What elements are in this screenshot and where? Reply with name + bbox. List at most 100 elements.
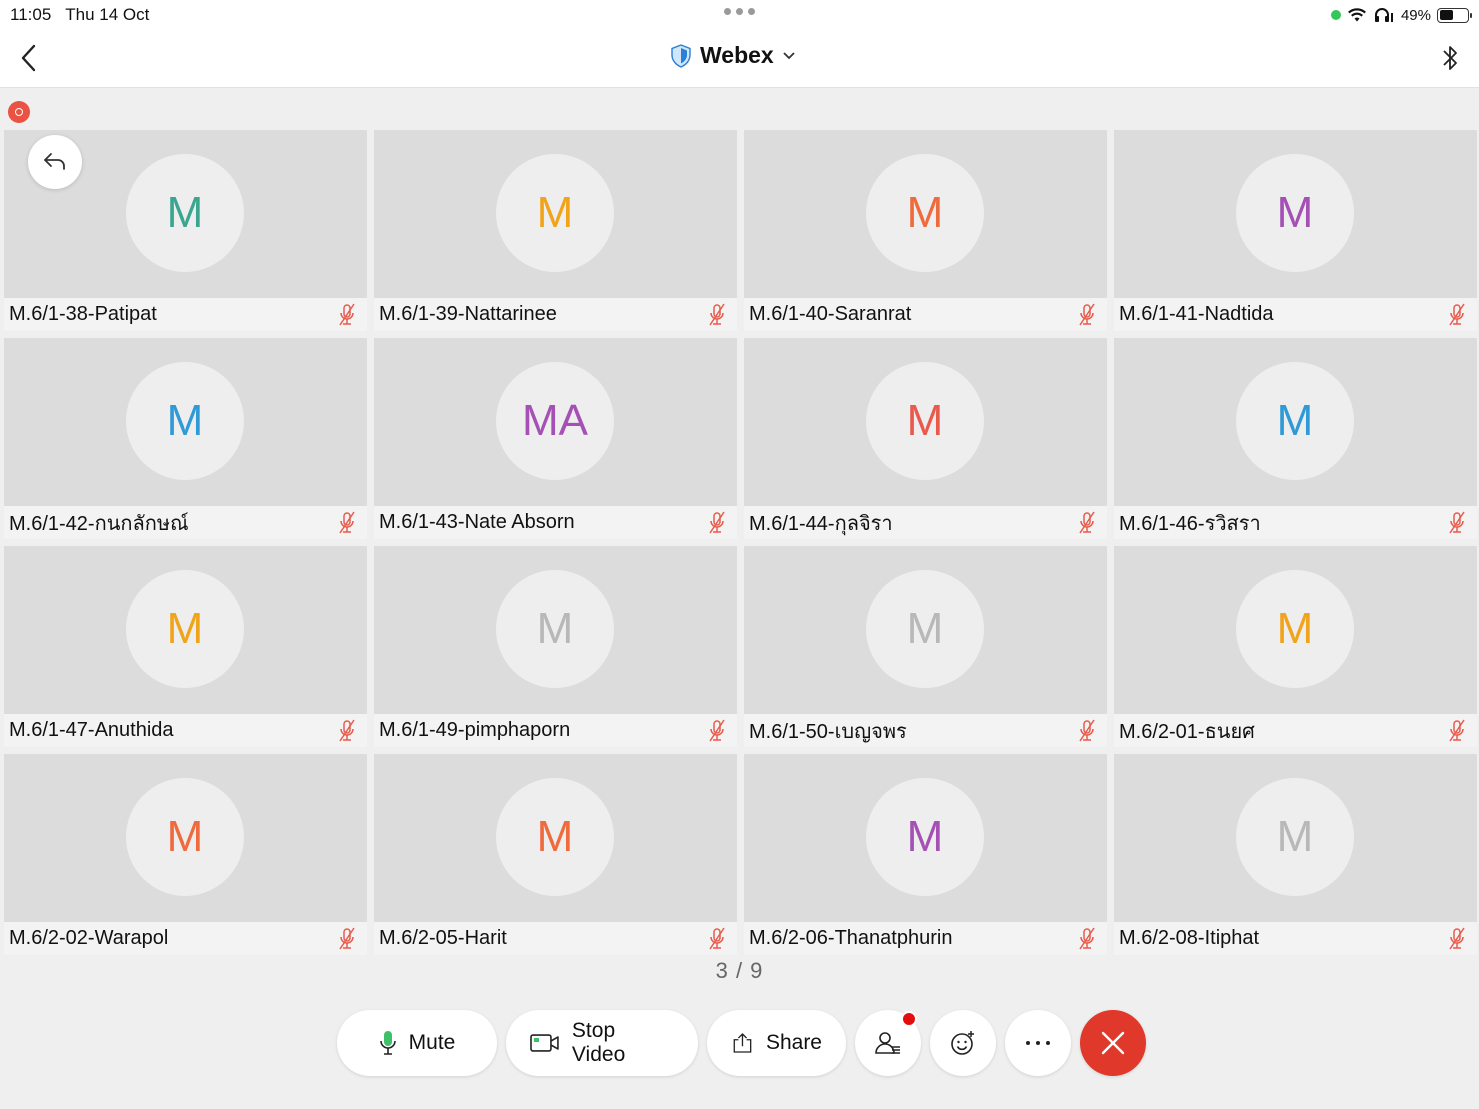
- participant-tile[interactable]: M M.6/1-41-Nadtida: [1114, 130, 1477, 331]
- muted-microphone-icon: [709, 719, 725, 741]
- muted-microphone-icon: [1079, 927, 1095, 949]
- participant-tile[interactable]: M M.6/2-06-Thanatphurin: [744, 754, 1107, 955]
- status-bar: 11:05 Thu 14 Oct 49%: [0, 0, 1479, 30]
- mute-button[interactable]: Mute: [337, 1010, 497, 1076]
- nav-bar: Webex: [0, 30, 1479, 88]
- avatar: M: [866, 362, 984, 480]
- page-indicator: 3 / 9: [715, 958, 764, 983]
- mute-label: Mute: [408, 1031, 456, 1054]
- participant-label-bar: M.6/2-08-Itiphat: [1114, 922, 1477, 955]
- participant-tile[interactable]: M M.6/2-02-Warapol: [4, 754, 367, 955]
- share-button[interactable]: Share: [707, 1010, 846, 1076]
- notification-dot: [901, 1011, 917, 1027]
- avatar: M: [1236, 778, 1354, 896]
- headphones-icon: [1374, 8, 1393, 22]
- avatar: M: [1236, 154, 1354, 272]
- recording-indicator-icon[interactable]: [8, 101, 30, 123]
- participant-name: M.6/1-50-เบญจพร: [749, 720, 907, 743]
- avatar: M: [126, 570, 244, 688]
- participant-tile[interactable]: M M.6/1-49-pimphaporn: [374, 546, 737, 747]
- participant-label-bar: M.6/2-05-Harit: [374, 922, 737, 955]
- chevron-down-icon: [783, 51, 795, 59]
- multitasking-dots-icon[interactable]: [724, 8, 755, 15]
- shield-icon: [671, 43, 691, 68]
- participant-name: M.6/2-08-Itiphat: [1119, 927, 1260, 949]
- participant-label-bar: M.6/1-47-Anuthida: [4, 714, 367, 747]
- muted-microphone-icon: [339, 511, 355, 533]
- muted-microphone-icon: [339, 927, 355, 949]
- participant-tile[interactable]: M M.6/1-42-กนกลักษณ์: [4, 338, 367, 539]
- avatar: M: [496, 778, 614, 896]
- battery-icon: [1437, 7, 1472, 23]
- muted-microphone-icon: [709, 303, 725, 325]
- participant-label-bar: M.6/1-44-กุลจิรา: [744, 506, 1107, 539]
- participant-name: M.6/1-49-pimphaporn: [379, 719, 571, 741]
- participant-tile[interactable]: M M.6/1-47-Anuthida: [4, 546, 367, 747]
- participant-label-bar: M.6/1-43-Nate Absorn: [374, 506, 737, 539]
- participant-tile[interactable]: M M.6/1-39-Nattarinee: [374, 130, 737, 331]
- participant-tile[interactable]: M M.6/2-01-ธนยศ: [1114, 546, 1477, 747]
- muted-microphone-icon: [1449, 927, 1465, 949]
- participant-label-bar: M.6/1-38-Patipat: [4, 298, 367, 331]
- participants-icon: [875, 1032, 900, 1054]
- status-left: 11:05 Thu 14 Oct: [10, 5, 149, 25]
- muted-microphone-icon: [1079, 511, 1095, 533]
- muted-microphone-icon: [709, 927, 725, 949]
- participant-name: M.6/1-46-รวิสรา: [1119, 512, 1261, 535]
- return-arrow-button[interactable]: [28, 135, 82, 189]
- muted-microphone-icon: [339, 303, 355, 325]
- bluetooth-icon[interactable]: [1437, 40, 1463, 76]
- participant-name: M.6/2-05-Harit: [379, 927, 507, 949]
- meeting-title-dropdown[interactable]: Webex: [670, 42, 796, 69]
- muted-microphone-icon: [1449, 511, 1465, 533]
- end-call-button[interactable]: [1080, 1010, 1146, 1076]
- participant-tile[interactable]: M M.6/2-08-Itiphat: [1114, 754, 1477, 955]
- meeting-toolbar: Mute Stop Video Share: [337, 1010, 1146, 1076]
- avatar: M: [866, 778, 984, 896]
- participant-label-bar: M.6/1-50-เบญจพร: [744, 714, 1107, 747]
- avatar: M: [1236, 570, 1354, 688]
- muted-microphone-icon: [1449, 719, 1465, 741]
- participant-label-bar: M.6/2-01-ธนยศ: [1114, 714, 1477, 747]
- participants-button[interactable]: [855, 1010, 921, 1076]
- participant-tile[interactable]: M M.6/1-46-รวิสรา: [1114, 338, 1477, 539]
- muted-microphone-icon: [1079, 719, 1095, 741]
- participant-tile[interactable]: M M.6/1-50-เบญจพร: [744, 546, 1107, 747]
- participant-tile[interactable]: M M.6/1-44-กุลจิรา: [744, 338, 1107, 539]
- avatar: M: [126, 778, 244, 896]
- participant-name: M.6/1-47-Anuthida: [9, 719, 174, 741]
- stop-video-label: Stop Video: [571, 1019, 626, 1066]
- participant-tile[interactable]: M M.6/2-05-Harit: [374, 754, 737, 955]
- participant-tile[interactable]: M M.6/1-40-Saranrat: [744, 130, 1107, 331]
- avatar: M: [496, 570, 614, 688]
- muted-microphone-icon: [1449, 303, 1465, 325]
- more-options-button[interactable]: [1005, 1010, 1071, 1076]
- microphone-icon: [379, 1031, 396, 1055]
- participant-label-bar: M.6/1-41-Nadtida: [1114, 298, 1477, 331]
- camera-in-use-indicator-icon: [1330, 10, 1341, 20]
- participant-name: M.6/1-44-กุลจิรา: [749, 512, 893, 535]
- app-title: Webex: [700, 42, 774, 68]
- avatar: M: [126, 362, 244, 480]
- stop-video-button[interactable]: Stop Video: [506, 1010, 698, 1076]
- more-dots-icon: [1026, 1041, 1050, 1045]
- wifi-icon: [1348, 8, 1366, 22]
- muted-microphone-icon: [1079, 303, 1095, 325]
- participant-grid: M M.6/1-38-Patipat M M.6/1-39-Nattarinee M M.…: [4, 130, 1477, 955]
- participant-name: M.6/2-02-Warapol: [9, 927, 169, 949]
- status-date: Thu 14 Oct: [65, 5, 150, 24]
- participant-name: M.6/1-40-Saranrat: [749, 303, 912, 325]
- participant-tile[interactable]: MA M.6/1-43-Nate Absorn: [374, 338, 737, 539]
- participant-label-bar: M.6/2-06-Thanatphurin: [744, 922, 1107, 955]
- muted-microphone-icon: [339, 719, 355, 741]
- avatar: MA: [496, 362, 614, 480]
- participant-label-bar: M.6/1-46-รวิสรา: [1114, 506, 1477, 539]
- participant-label-bar: M.6/1-49-pimphaporn: [374, 714, 737, 747]
- close-icon: [1101, 1031, 1125, 1055]
- participant-name: M.6/2-06-Thanatphurin: [749, 927, 953, 949]
- emoji-smile-icon: [951, 1031, 974, 1055]
- participant-label-bar: M.6/1-39-Nattarinee: [374, 298, 737, 331]
- reactions-button[interactable]: [930, 1010, 996, 1076]
- back-chevron-icon[interactable]: [14, 40, 44, 76]
- participant-label-bar: M.6/1-42-กนกลักษณ์: [4, 506, 367, 539]
